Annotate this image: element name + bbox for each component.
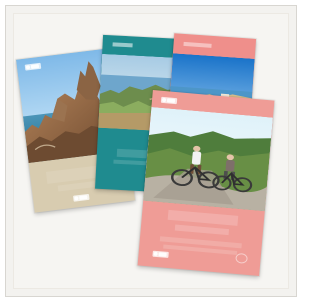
cycling-brochure-bike-icon <box>235 252 248 264</box>
cycling-photo <box>143 106 273 212</box>
cycling-brochure <box>137 90 275 276</box>
cycling-brochure-title-line-1 <box>167 209 239 226</box>
cycling-brochure-bottom-logo-icon <box>152 250 169 259</box>
beige-brochure-bottom-logo-icon <box>72 193 90 202</box>
cycling-brochure-hero <box>143 106 273 212</box>
teal-brochure-top-mark <box>112 42 133 48</box>
brochure-showcase <box>0 0 304 303</box>
cycling-brochure-title-line-2 <box>174 224 230 236</box>
harbour-brochure-top-mark <box>183 41 212 48</box>
cycling-brochure-logo-icon <box>160 96 178 105</box>
